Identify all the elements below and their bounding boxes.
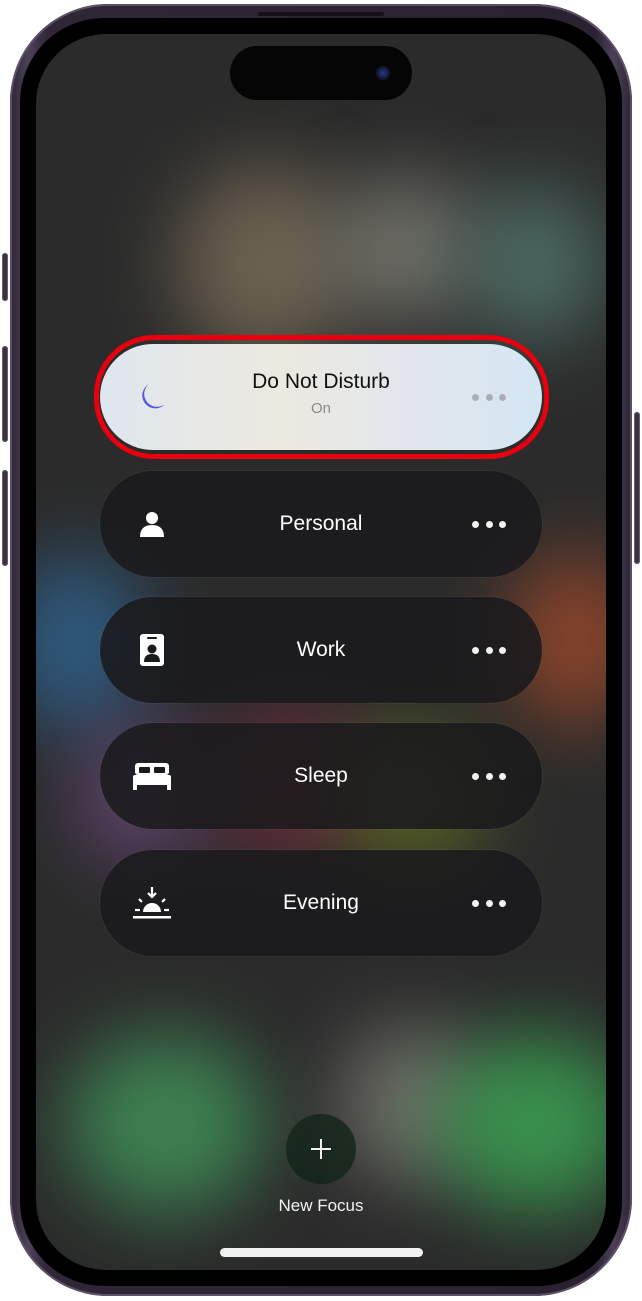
action-button[interactable]: [2, 253, 8, 301]
focus-card-evening[interactable]: Evening: [100, 850, 542, 956]
dot: [472, 772, 479, 780]
highlight-annotation: [94, 335, 549, 459]
more-options-button[interactable]: [472, 766, 506, 786]
dot: [499, 646, 506, 654]
new-focus-label[interactable]: New Focus: [0, 1196, 642, 1216]
dot: [485, 772, 493, 780]
plus-icon: [311, 1139, 331, 1159]
dot: [499, 772, 506, 780]
dot: [485, 646, 493, 654]
dot: [472, 899, 479, 907]
more-options-button[interactable]: [472, 640, 506, 660]
focus-card-personal[interactable]: Personal: [100, 471, 542, 577]
speaker-grill: [258, 12, 384, 16]
volume-down-button[interactable]: [2, 470, 8, 566]
volume-up-button[interactable]: [2, 346, 8, 442]
front-camera: [376, 66, 390, 80]
dot: [499, 520, 506, 528]
dot: [499, 899, 506, 907]
dot: [485, 899, 493, 907]
new-focus-button[interactable]: [286, 1114, 356, 1184]
power-button[interactable]: [634, 412, 640, 564]
focus-card-sleep[interactable]: Sleep: [100, 723, 542, 829]
focus-card-work[interactable]: Work: [100, 597, 542, 703]
dot: [485, 520, 493, 528]
more-options-button[interactable]: [472, 514, 506, 534]
dot: [472, 646, 479, 654]
more-options-button[interactable]: [472, 893, 506, 913]
dot: [472, 520, 479, 528]
home-indicator[interactable]: [220, 1248, 423, 1257]
